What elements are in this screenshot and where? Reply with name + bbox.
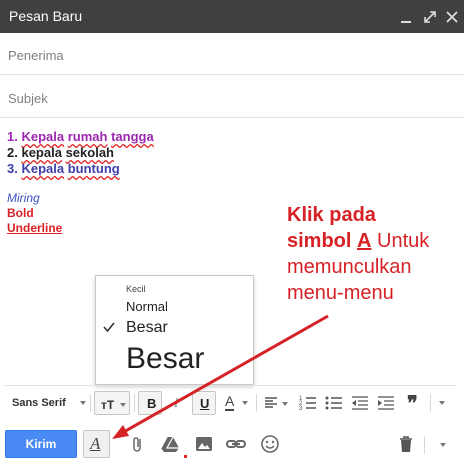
- text-color-label: A: [225, 393, 235, 411]
- annotation-line: Untuk: [377, 230, 430, 252]
- indent-more-button[interactable]: [374, 391, 398, 415]
- annotation-line: Klik pada: [287, 204, 376, 226]
- divider: [430, 394, 431, 412]
- compose-titlebar: Pesan Baru: [0, 0, 464, 33]
- divider: [134, 394, 135, 412]
- align-left-icon: [265, 397, 288, 408]
- divider: [424, 436, 425, 454]
- list-number: 3.: [7, 161, 18, 176]
- list-number: 1.: [7, 129, 18, 144]
- photo-icon[interactable]: [194, 434, 214, 454]
- size-option-normal[interactable]: Normal: [126, 299, 168, 314]
- recipients-input[interactable]: [8, 45, 448, 65]
- list-word: Kepala: [21, 161, 65, 176]
- italic-button[interactable]: I: [166, 391, 188, 415]
- list-word: Kepala: [21, 129, 65, 144]
- compose-footer: Kirim A: [0, 426, 464, 463]
- list-item: 3. Kepala buntung: [7, 161, 120, 177]
- emoji-icon[interactable]: [260, 434, 280, 454]
- expand-icon[interactable]: [422, 9, 438, 25]
- formatting-toolbar: Sans Serif тT B I U A 1 2 3 ❞: [4, 385, 456, 417]
- trash-icon[interactable]: [396, 434, 416, 454]
- indent-more-icon: [378, 396, 394, 410]
- list-word: buntung: [67, 161, 120, 176]
- quote-icon: ❞: [407, 393, 418, 415]
- bulleted-list-button[interactable]: [322, 391, 346, 415]
- align-button[interactable]: [260, 391, 292, 415]
- list-item: 1. Kepala rumah tangga: [7, 129, 154, 145]
- list-number: 2.: [7, 145, 18, 160]
- numbered-list-icon: 1 2 3: [299, 396, 316, 412]
- bold-line: Bold: [7, 206, 34, 220]
- size-option-small[interactable]: Kecil: [126, 284, 146, 294]
- svg-text:тT: тT: [101, 398, 115, 412]
- more-options-chevron-icon[interactable]: [440, 443, 446, 447]
- size-option-large[interactable]: Besar: [126, 319, 168, 337]
- text-size-icon: тT: [101, 398, 126, 412]
- size-option-huge[interactable]: Besar: [126, 342, 204, 376]
- underline-line: Underline: [7, 221, 63, 235]
- numbered-list-button[interactable]: 1 2 3: [296, 391, 320, 415]
- font-size-button[interactable]: тT: [94, 391, 130, 415]
- window-title: Pesan Baru: [9, 8, 83, 24]
- minimize-icon[interactable]: [398, 9, 414, 25]
- divider: [90, 394, 91, 412]
- quote-button[interactable]: ❞: [402, 391, 426, 415]
- paperclip-icon[interactable]: [128, 434, 148, 454]
- list-word: tangga: [111, 129, 154, 144]
- underline-button[interactable]: U: [192, 391, 216, 415]
- indent-less-icon: [352, 396, 368, 410]
- link-icon[interactable]: [226, 434, 246, 454]
- bold-button[interactable]: B: [138, 391, 162, 415]
- italic-label: I: [174, 395, 179, 410]
- chevron-down-icon: [80, 401, 86, 405]
- drive-icon[interactable]: [160, 434, 180, 454]
- bulleted-list-icon: [325, 396, 342, 410]
- annotation-symbol: A: [357, 230, 372, 252]
- annotation-line: memunculkan: [287, 256, 412, 278]
- formatting-options-button[interactable]: A: [83, 430, 110, 458]
- bold-label: B: [147, 396, 157, 411]
- list-word: kepala: [21, 145, 62, 160]
- checkmark-icon: [102, 320, 116, 334]
- chevron-down-icon: [242, 401, 248, 405]
- text-color-button[interactable]: A: [220, 391, 252, 415]
- format-text-icon: A: [90, 434, 101, 453]
- close-icon[interactable]: [444, 9, 460, 25]
- underline-label: U: [200, 396, 210, 411]
- italic-line: Miring: [7, 191, 40, 205]
- recipients-row: [0, 33, 464, 75]
- indent-less-button[interactable]: [348, 391, 372, 415]
- annotation-line: menu-menu: [287, 282, 394, 304]
- send-button[interactable]: Kirim: [5, 430, 77, 458]
- more-formatting-chevron-icon[interactable]: [439, 401, 445, 405]
- font-family-select[interactable]: Sans Serif: [12, 397, 66, 409]
- divider: [256, 394, 257, 412]
- instruction-annotation: Klik pada simbol A Untuk memunculkan men…: [287, 202, 464, 306]
- list-word: sekolah: [65, 145, 114, 160]
- list-item: 2. kepala sekolah: [7, 145, 114, 161]
- subject-row: [0, 76, 464, 118]
- font-size-menu: Kecil Normal Besar Besar: [95, 275, 254, 385]
- svg-text:3: 3: [299, 406, 303, 412]
- subject-input[interactable]: [8, 88, 448, 108]
- red-dot-marker: [184, 455, 187, 458]
- annotation-line: simbol: [287, 230, 352, 252]
- list-word: rumah: [67, 129, 108, 144]
